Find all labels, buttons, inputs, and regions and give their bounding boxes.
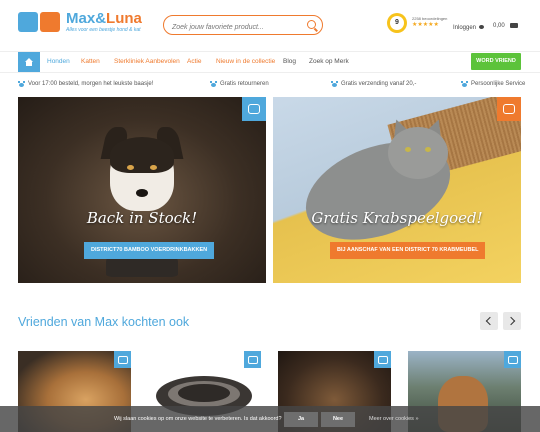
bowl-inner xyxy=(178,384,230,402)
nav-item-blog[interactable]: Blog xyxy=(283,58,296,65)
banner-button[interactable]: DISTRICT70 BAMBOO VOERDRINKBAKKEN xyxy=(84,242,215,259)
cat-eye xyxy=(405,147,411,152)
logo-icons xyxy=(18,12,60,32)
paw-icon xyxy=(331,81,338,87)
logo[interactable]: Max&Luna Alles voor een beestje hond & k… xyxy=(18,11,142,33)
carousel-next-button[interactable] xyxy=(503,312,521,330)
cookie-more-link[interactable]: Meer over cookies » xyxy=(369,416,419,422)
usp-item: Persoonlijke Service xyxy=(461,81,525,87)
login-link[interactable]: Inloggen xyxy=(453,23,485,31)
dog-eye xyxy=(150,165,157,170)
logo-name-max: Max xyxy=(66,10,96,27)
banner-dog[interactable]: Back in Stock! DISTRICT70 BAMBOO VOERDRI… xyxy=(18,97,266,283)
cookie-decline-button[interactable]: Nee xyxy=(321,412,355,427)
dog-badge-icon xyxy=(504,351,521,368)
home-button[interactable] xyxy=(18,52,40,72)
logo-text: Max&Luna Alles voor een beestje hond & k… xyxy=(66,11,142,34)
dog-badge-icon xyxy=(114,351,131,368)
carousel-prev-button[interactable] xyxy=(480,312,498,330)
paw-icon xyxy=(210,81,217,87)
banner-title: Back in Stock! xyxy=(86,209,198,227)
header: Max&Luna Alles voor een beestje hond & k… xyxy=(0,0,540,52)
cat-head xyxy=(388,127,448,179)
nav-item-nieuw[interactable]: Nieuw in de collectie xyxy=(216,58,275,65)
usp-item: Gratis retourneren xyxy=(210,81,269,87)
dog-mask xyxy=(110,137,174,173)
home-icon xyxy=(24,58,34,66)
cart-link[interactable]: 0,00 xyxy=(493,23,519,29)
usp-text: Gratis verzending vanaf 20,- xyxy=(341,81,417,87)
dog-badge-icon xyxy=(244,351,261,368)
usp-text: Gratis retourneren xyxy=(220,81,269,87)
word-vriend-button[interactable]: WORD VRIEND xyxy=(471,53,521,70)
banner-title: Gratis Krabspeelgoed! xyxy=(311,209,483,227)
banner-button[interactable]: BIJ AANSCHAF VAN EEN DISTRICT 70 KRABMEU… xyxy=(330,242,486,259)
search-icon[interactable] xyxy=(307,20,316,29)
cat-eye xyxy=(425,147,431,152)
dog-eye xyxy=(127,165,134,170)
logo-name-luna: Luna xyxy=(106,10,142,27)
paw-icon xyxy=(478,23,485,29)
rating-badge[interactable]: 9 xyxy=(387,13,407,33)
nav-item-zoek-op-merk[interactable]: Zoek op Merk xyxy=(309,58,349,65)
nav-item-sterkliniek[interactable]: Sterkliniek Aanbevolen xyxy=(114,58,180,65)
banner-cat[interactable]: Gratis Krabspeelgoed! BIJ AANSCHAF VAN E… xyxy=(273,97,521,283)
cart-total: 0,00 xyxy=(493,23,505,29)
nav-item-actie[interactable]: Actie xyxy=(187,58,201,65)
reviews[interactable]: 2258 beoordelingen ★★★★★ xyxy=(412,16,447,28)
login-label: Inloggen xyxy=(453,25,477,31)
husky-image xyxy=(94,127,190,217)
dog-nose xyxy=(136,189,148,197)
paw-icon xyxy=(461,81,468,87)
search-placeholder: Zoek jouw favoriete product... xyxy=(172,24,264,31)
dog-badge-icon xyxy=(374,351,391,368)
dog-face-icon xyxy=(248,104,260,114)
section-title: Vrienden van Max kochten ook xyxy=(18,315,190,329)
search-input[interactable]: Zoek jouw favoriete product... xyxy=(163,15,323,35)
rating-stars-icon: ★★★★★ xyxy=(412,22,439,28)
logo-tagline: Alles voor een beestje hond & kat xyxy=(66,27,141,33)
nav-item-honden[interactable]: Honden xyxy=(47,58,70,65)
main-nav: Honden Katten Sterkliniek Aanbevolen Act… xyxy=(0,51,540,73)
usp-text: Voor 17:00 besteld, morgen het leukste b… xyxy=(28,81,154,87)
nav-item-katten[interactable]: Katten xyxy=(81,58,100,65)
cat-badge-icon xyxy=(497,97,521,121)
rating-score: 9 xyxy=(390,16,404,30)
cookie-bar: Wij slaan cookies op om onze website te … xyxy=(0,406,540,432)
usp-text: Persoonlijke Service xyxy=(471,81,526,87)
dog-logo-icon xyxy=(18,12,38,32)
usp-item: Gratis verzending vanaf 20,- xyxy=(331,81,416,87)
paw-icon xyxy=(18,81,25,87)
cat-face-icon xyxy=(503,104,515,114)
logo-name: Max&Luna xyxy=(66,11,142,27)
usp-item: Voor 17:00 besteld, morgen het leukste b… xyxy=(18,81,153,87)
cat-logo-icon xyxy=(40,12,60,32)
cart-icon xyxy=(510,23,519,28)
logo-name-amp: & xyxy=(95,10,107,27)
cookie-accept-button[interactable]: Ja xyxy=(284,412,318,427)
cookie-text: Wij slaan cookies op om onze website te … xyxy=(114,416,282,422)
dog-badge-icon xyxy=(242,97,266,121)
